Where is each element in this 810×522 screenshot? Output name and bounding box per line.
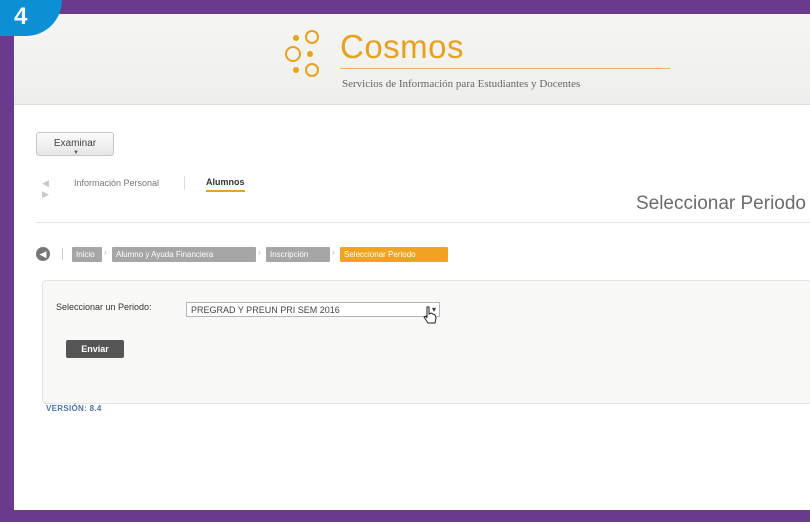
chevron-right-icon: › — [332, 248, 335, 257]
chevron-right-icon: › — [104, 248, 107, 257]
breadcrumb-item-alumno[interactable]: Alumno y Ayuda Financiera — [112, 247, 256, 262]
breadcrumb-item-seleccionar-periodo[interactable]: Seleccionar Periodo — [340, 247, 448, 262]
tab-informacion-personal[interactable]: Información Personal — [74, 178, 159, 188]
title-divider — [36, 222, 810, 223]
period-select[interactable]: PREGRAD Y PREUN PRI SEM 2016 ▾ — [186, 302, 440, 317]
logo-icon — [285, 30, 319, 77]
title-underline — [340, 68, 670, 69]
explore-button-label: Examinar — [53, 138, 97, 149]
browser-frame: Cosmos Servicios de Información para Est… — [14, 14, 810, 510]
breadcrumb-divider — [62, 248, 63, 260]
version-label: VERSIÓN: 8.4 — [46, 404, 102, 413]
breadcrumb-item-inicio[interactable]: Inicio — [72, 247, 102, 262]
page-title: Seleccionar Periodo — [635, 193, 806, 214]
app-subtitle: Servicios de Información para Estudiante… — [342, 78, 581, 90]
period-select-value: PREGRAD Y PREUN PRI SEM 2016 — [191, 305, 340, 315]
hand-cursor-icon — [423, 306, 437, 324]
explore-button[interactable]: Examinar ▼ — [36, 132, 114, 156]
back-arrow-icon[interactable]: ◀ — [36, 247, 50, 261]
chevron-down-icon: ▼ — [73, 150, 79, 156]
tab-alumnos[interactable]: Alumnos — [206, 177, 245, 192]
form-panel — [42, 280, 810, 404]
header-banner: Cosmos Servicios de Información para Est… — [14, 14, 810, 105]
tab-divider — [184, 176, 185, 190]
breadcrumb-item-inscripcion[interactable]: Inscripción — [266, 247, 330, 262]
chevron-right-icon: › — [258, 248, 261, 257]
tab-scroll-arrows-icon[interactable]: ◀ ▶ — [42, 178, 49, 200]
app-title: Cosmos — [340, 28, 465, 65]
period-select-label: Seleccionar un Periodo: — [56, 302, 152, 312]
submit-button[interactable]: Enviar — [66, 340, 124, 358]
